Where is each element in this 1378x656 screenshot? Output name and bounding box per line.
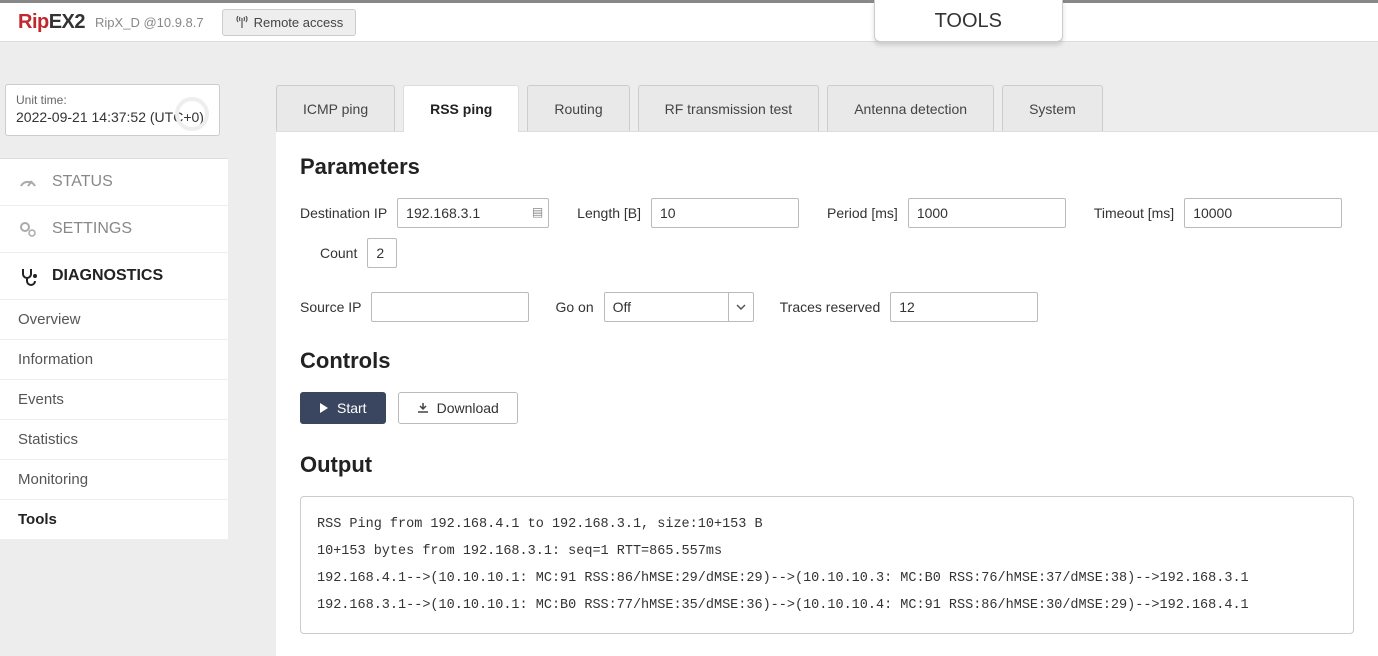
chevron-down-icon[interactable] bbox=[728, 292, 754, 322]
source-ip-input[interactable] bbox=[371, 292, 529, 322]
parameters-form: Destination IP ▤ Length [B] Period [ms] … bbox=[300, 198, 1354, 322]
nav-status[interactable]: STATUS bbox=[0, 159, 228, 206]
download-button[interactable]: Download bbox=[398, 392, 518, 424]
nav-settings[interactable]: SETTINGS bbox=[0, 206, 228, 253]
gears-icon bbox=[18, 219, 38, 239]
nav-sub-events[interactable]: Events bbox=[0, 380, 228, 420]
logo: RipEX2 bbox=[18, 11, 85, 34]
nav-sub-information[interactable]: Information bbox=[0, 340, 228, 380]
tab-antenna[interactable]: Antenna detection bbox=[827, 85, 994, 132]
tab-icmp-ping[interactable]: ICMP ping bbox=[276, 85, 395, 132]
section-controls: Controls bbox=[300, 348, 1354, 374]
tab-routing[interactable]: Routing bbox=[527, 85, 629, 132]
section-parameters: Parameters bbox=[300, 154, 1354, 180]
source-ip-label: Source IP bbox=[300, 299, 361, 315]
length-input[interactable] bbox=[651, 198, 799, 228]
period-input[interactable] bbox=[908, 198, 1066, 228]
go-on-select[interactable] bbox=[604, 292, 754, 322]
remote-access-button[interactable]: Remote access bbox=[222, 9, 357, 36]
refresh-spinner-icon bbox=[175, 97, 209, 131]
dest-picker-icon[interactable]: ▤ bbox=[532, 205, 543, 219]
left-column: Unit time: 2022-09-21 14:37:52 (UTC+0) S… bbox=[0, 42, 228, 540]
host-label: RipX_D @10.9.8.7 bbox=[95, 15, 204, 30]
section-output: Output bbox=[300, 452, 1354, 478]
start-button[interactable]: Start bbox=[300, 392, 386, 424]
traces-label: Traces reserved bbox=[780, 299, 881, 315]
tool-panel: Parameters Destination IP ▤ Length [B] P… bbox=[276, 131, 1378, 656]
nav-sub-overview[interactable]: Overview bbox=[0, 300, 228, 340]
tools-tab-header: TOOLS bbox=[874, 0, 1063, 42]
go-on-label: Go on bbox=[555, 299, 593, 315]
length-label: Length [B] bbox=[577, 205, 641, 221]
download-icon bbox=[417, 402, 429, 414]
tab-system[interactable]: System bbox=[1002, 85, 1103, 132]
dest-ip-label: Destination IP bbox=[300, 205, 387, 221]
main-area: ICMP ping RSS ping Routing RF transmissi… bbox=[276, 85, 1378, 656]
nav-sub-tools[interactable]: Tools bbox=[0, 500, 228, 540]
stethoscope-icon bbox=[18, 266, 38, 286]
tab-rss-ping[interactable]: RSS ping bbox=[403, 85, 519, 132]
topbar: RipEX2 RipX_D @10.9.8.7 Remote access TO… bbox=[0, 0, 1378, 42]
nav-sub-monitoring[interactable]: Monitoring bbox=[0, 460, 228, 500]
timeout-label: Timeout [ms] bbox=[1094, 205, 1174, 221]
tool-tabs: ICMP ping RSS ping Routing RF transmissi… bbox=[276, 85, 1378, 132]
antenna-icon bbox=[235, 16, 249, 28]
controls-row: Start Download bbox=[300, 392, 1354, 424]
nav-sub-statistics[interactable]: Statistics bbox=[0, 420, 228, 460]
sidebar-nav: STATUS SETTINGS DIAGNOSTICS Overview Inf… bbox=[0, 158, 228, 540]
timeout-input[interactable] bbox=[1184, 198, 1342, 228]
gauge-icon bbox=[18, 172, 38, 192]
traces-input[interactable] bbox=[890, 292, 1038, 322]
count-label: Count bbox=[320, 245, 357, 261]
play-icon bbox=[319, 402, 329, 414]
count-input[interactable] bbox=[367, 238, 397, 268]
period-label: Period [ms] bbox=[827, 205, 898, 221]
unit-time-box: Unit time: 2022-09-21 14:37:52 (UTC+0) bbox=[5, 84, 220, 136]
output-console: RSS Ping from 192.168.4.1 to 192.168.3.1… bbox=[300, 496, 1354, 634]
tab-rf-test[interactable]: RF transmission test bbox=[638, 85, 820, 132]
nav-diagnostics[interactable]: DIAGNOSTICS bbox=[0, 253, 228, 300]
dest-ip-input[interactable] bbox=[397, 198, 549, 228]
